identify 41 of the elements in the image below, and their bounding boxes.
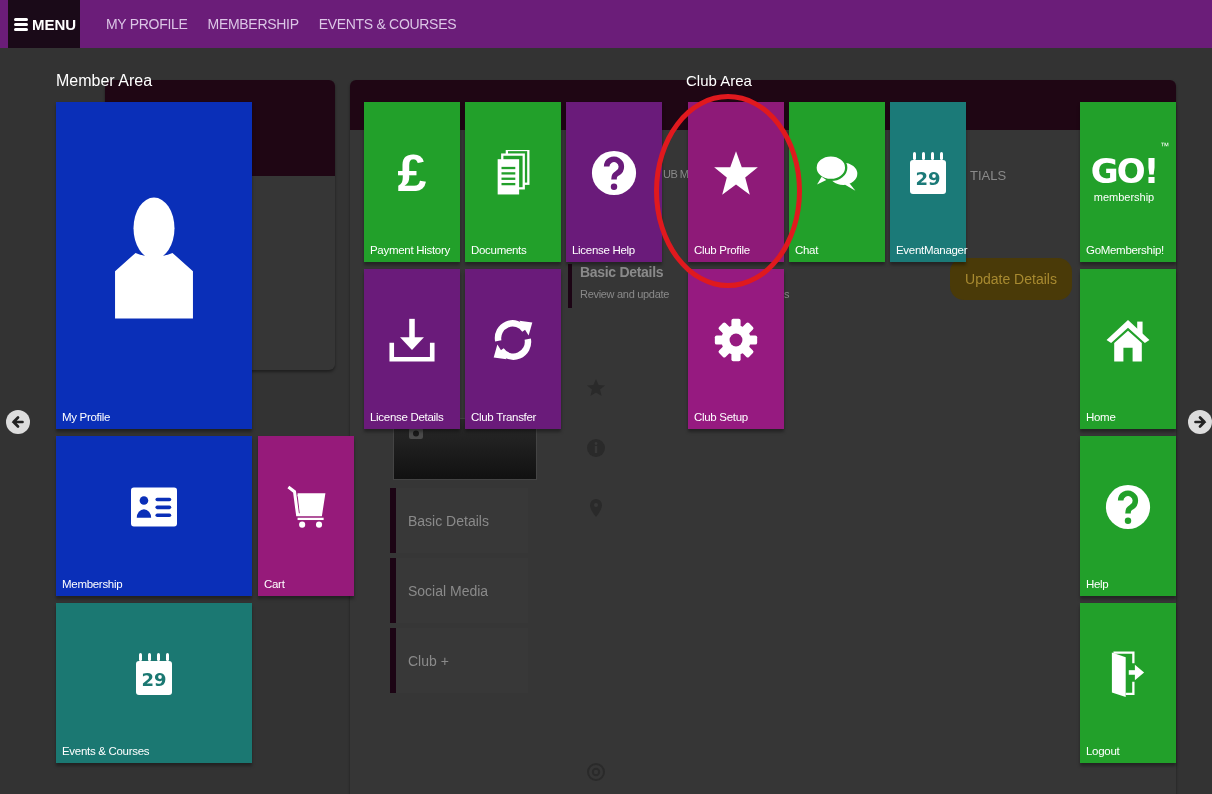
next-button[interactable]	[1188, 410, 1212, 434]
update-details-button[interactable]: Update Details	[950, 258, 1072, 300]
left-arrow-icon	[9, 413, 27, 431]
menu-tile[interactable]: Club Transfer	[465, 269, 561, 429]
menu-tile[interactable]: Club Setup	[688, 269, 784, 429]
menu-tile[interactable]: My Profile	[56, 102, 252, 429]
menu-tile[interactable]: Logout	[1080, 603, 1176, 763]
help-icon	[591, 150, 637, 196]
menu-tile[interactable]: GO! ™ membership GoMembership!	[1080, 102, 1176, 262]
menu-tile[interactable]: Documents	[465, 102, 561, 262]
nav-link[interactable]: MEMBERSHIP	[207, 16, 299, 32]
menu-tile[interactable]: Help	[1080, 436, 1176, 596]
help-icon	[1105, 484, 1151, 530]
section-text: Review and update	[580, 288, 670, 300]
menu-tile[interactable]: License Help	[566, 102, 662, 262]
settings-icon	[713, 317, 759, 363]
tab-label: UB M	[663, 168, 689, 180]
menu-tile[interactable]: Home	[1080, 269, 1176, 429]
download-icon	[389, 317, 435, 363]
menu-tile[interactable]: Cart	[258, 436, 354, 596]
tab-label: TIALS	[970, 168, 1007, 183]
menu-tile[interactable]: Club Profile	[688, 102, 784, 262]
area-title: Club Area	[686, 72, 752, 89]
section-title: Basic Details	[580, 264, 664, 280]
menu-tile[interactable]: 29 Events & Courses	[56, 603, 252, 763]
logo: GO! ™ membership	[1089, 140, 1170, 205]
menu-tile[interactable]: Membership	[56, 436, 252, 596]
area-title: Member Area	[56, 72, 153, 90]
right-arrow-icon	[1191, 413, 1209, 431]
star-icon	[713, 150, 759, 196]
section-text: s	[784, 288, 790, 300]
pound-icon: £	[397, 147, 427, 199]
menu-button[interactable]: MENU	[8, 0, 80, 48]
menu-tile[interactable]: 29 EventManager	[890, 102, 966, 262]
nav-link[interactable]: MY PROFILE	[106, 16, 188, 32]
menu-tile[interactable]: License Details	[364, 269, 460, 429]
nav-link[interactable]: EVENTS & COURSES	[318, 16, 457, 32]
menu-tile[interactable]: Chat	[789, 102, 885, 262]
previous-button[interactable]	[6, 410, 30, 434]
menu-icon	[14, 17, 28, 31]
menu-tile[interactable]: £ Payment History	[364, 102, 460, 262]
